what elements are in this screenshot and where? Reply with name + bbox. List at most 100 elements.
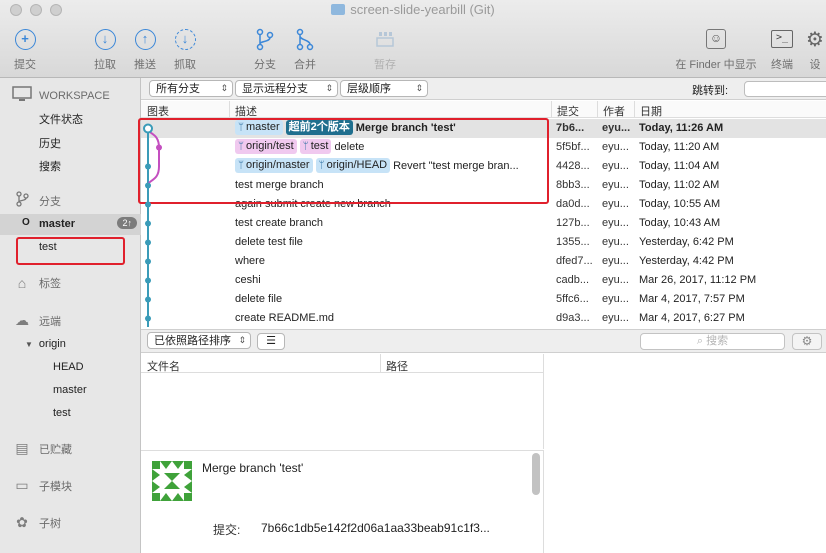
graph-line-merge (147, 128, 160, 186)
stash-button[interactable]: 暂存 (362, 26, 408, 72)
highlight-box-commits (138, 118, 549, 204)
tag-icon: ⌂ (17, 275, 27, 291)
commit-hash: dfed7... (556, 255, 593, 267)
commit-node (145, 163, 151, 170)
sidebar-item-history[interactable]: 历史 (39, 135, 61, 151)
commit-description: create README.md (235, 309, 334, 327)
commit-date: Today, 11:26 AM (639, 122, 724, 134)
branch-filter-select[interactable]: 所有分支 ⇕ (149, 80, 233, 97)
commit-hash: 127b... (556, 217, 590, 229)
commit-author: eyu... (602, 274, 629, 286)
commit-row[interactable]: where dfed7... eyu... Yesterday, 4:42 PM (141, 252, 826, 271)
branch-icon (256, 28, 274, 51)
sidebar-item-remote-test[interactable]: test (53, 407, 71, 419)
commit-row[interactable]: delete file 5ffc6... eyu... Mar 4, 2017, 7:… (141, 290, 826, 309)
commit-message: create README.md (235, 312, 335, 324)
commit-description: ceshi (235, 271, 261, 290)
merge-icon (296, 28, 314, 51)
col-author[interactable]: 作者 (603, 103, 625, 119)
order-select[interactable]: 层级顺序 ⇕ (340, 80, 428, 97)
list-view-button[interactable]: ☰ (257, 333, 285, 350)
commit-message: delete test file (235, 236, 303, 248)
col-date[interactable]: 日期 (640, 103, 662, 119)
sort-select[interactable]: 已依照路径排序 ⇕ (147, 332, 251, 349)
terminal-button[interactable]: >_ 终端 (759, 26, 805, 72)
col-graph[interactable]: 图表 (147, 103, 169, 119)
commit-date: Yesterday, 6:42 PM (639, 236, 734, 248)
branch-icon (12, 191, 32, 210)
sidebar-item-origin[interactable]: ▼ origin (25, 338, 66, 350)
branches-header[interactable]: 分支 (12, 191, 61, 210)
commit-date: Today, 10:43 AM (639, 217, 721, 229)
finder-icon: ☺ (706, 29, 726, 49)
commit-button[interactable]: + 提交 (2, 26, 48, 72)
fetch-button[interactable]: ↓ 抓取 (162, 26, 208, 72)
remote-filter-select[interactable]: 显示远程分支 ⇕ (235, 80, 338, 97)
commit-date: Mar 4, 2017, 7:57 PM (639, 293, 745, 305)
file-list-header: 文件名 路径 (141, 354, 544, 373)
select-arrows-icon: ⇕ (415, 83, 423, 93)
commit-row[interactable]: delete test file 1355... eyu... Yesterday, … (141, 233, 826, 252)
merge-button[interactable]: 合并 (282, 26, 328, 72)
col-filename[interactable]: 文件名 (147, 358, 180, 374)
submodules-header[interactable]: ▭ 子模块 (12, 477, 72, 494)
commit-message: ceshi (235, 274, 261, 286)
commit-author: eyu... (602, 160, 629, 172)
commit-row[interactable]: ceshi cadb... eyu... Mar 26, 2017, 11:12 PM (141, 271, 826, 290)
commit-message: test create branch (235, 217, 324, 229)
commit-description: delete file (235, 290, 282, 309)
sidebar-item-search[interactable]: 搜索 (39, 158, 61, 174)
col-path[interactable]: 路径 (386, 358, 408, 374)
commit-date: Today, 11:20 AM (639, 141, 720, 153)
commit-details: Merge branch 'test' 提交: 7b66c1db5e142f2d… (141, 450, 544, 553)
commit-row[interactable]: test create branch 127b... eyu... Today, 10… (141, 214, 826, 233)
jump-to-label: 跳转到: (692, 85, 729, 97)
commit-author: eyu... (602, 198, 629, 210)
show-in-finder-button[interactable]: ☺ 在 Finder 中显示 (670, 26, 762, 72)
select-arrows-icon: ⇕ (238, 335, 246, 345)
commit-hash: 1355... (556, 236, 590, 248)
subtrees-header[interactable]: ✿ 子树 (12, 514, 61, 531)
filter-bar: 所有分支 ⇕ 显示远程分支 ⇕ 层级顺序 ⇕ 跳转到: (141, 78, 826, 100)
commit-date: Today, 11:04 AM (639, 160, 720, 172)
commit-node (145, 296, 151, 303)
monitor-icon (12, 86, 32, 105)
commit-message: where (235, 255, 265, 267)
commit-date: Mar 4, 2017, 6:27 PM (639, 312, 745, 324)
commit-author: eyu... (602, 236, 629, 248)
sidebar-item-branch-master[interactable]: O master 2↑ (0, 214, 141, 235)
stashes-header[interactable]: ▤ 已贮藏 (12, 440, 72, 457)
details-scrollbar[interactable] (532, 453, 540, 495)
commit-author: eyu... (602, 141, 629, 153)
file-search-input[interactable]: ⌕ 搜索 (640, 333, 785, 350)
file-list: 文件名 路径 (141, 354, 544, 449)
highlight-box-branch (16, 237, 125, 265)
commit-hash: da0d... (556, 198, 590, 210)
commit-row[interactable]: create README.md d9a3... eyu... Mar 4, 2017… (141, 309, 826, 327)
sidebar-item-remote-master[interactable]: master (53, 384, 87, 396)
commit-author: eyu... (602, 122, 631, 134)
remotes-header[interactable]: ☁ 远端 (12, 312, 61, 329)
file-list-toolbar: 已依照路径排序 ⇕ ☰ ⌕ 搜索 ⚙ (141, 329, 826, 353)
commit-hash[interactable]: 7b66c1db5e142f2d06a1aa33beab91c1f3... (261, 521, 490, 535)
col-description[interactable]: 描述 (235, 103, 257, 119)
commit-author: eyu... (602, 312, 629, 324)
commit-description: test create branch (235, 214, 323, 233)
file-options-button[interactable]: ⚙ (792, 333, 822, 350)
commit-hash: cadb... (556, 274, 590, 286)
col-commit[interactable]: 提交 (557, 103, 579, 119)
sidebar-item-file-status[interactable]: 文件状态 (39, 111, 83, 127)
commit-hash: 7b6... (556, 122, 585, 134)
disclosure-triangle-icon: ▼ (25, 340, 33, 349)
commit-author: eyu... (602, 179, 629, 191)
commit-label: 提交: (213, 523, 241, 537)
plus-icon: + (14, 28, 36, 50)
sidebar: WORKSPACE 文件状态 历史 搜索 分支 O master 2↑ test… (0, 78, 141, 553)
settings-button[interactable]: ⚙ 设 (804, 26, 826, 72)
tags-header[interactable]: ⌂ 标签 (12, 275, 61, 291)
fetch-icon: ↓ (174, 28, 196, 50)
commit-author: eyu... (602, 217, 629, 229)
commit-hash: 4428... (556, 160, 590, 172)
jump-to-input[interactable] (744, 81, 826, 97)
sidebar-item-remote-head[interactable]: HEAD (53, 361, 84, 373)
